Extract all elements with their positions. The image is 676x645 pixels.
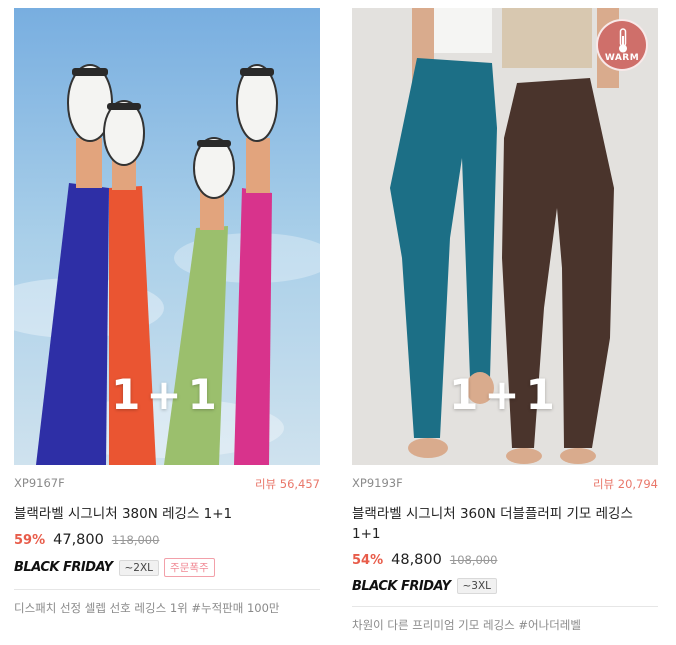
discount-rate: 54%	[352, 553, 384, 568]
product-card[interactable]: 1+1 WARM XP9193F 리뷰 20,794 블랙라벨 시그니처 360…	[352, 8, 658, 633]
product-description: 차원이 다른 프리미엄 기모 레깅스 #어나더레벨	[352, 618, 581, 632]
divider	[14, 589, 320, 590]
size-tag: ~2XL	[118, 559, 160, 576]
sale-price: 48,800	[391, 552, 442, 568]
warm-label: WARM	[604, 53, 640, 63]
black-friday-label: BLACK FRIDAY	[14, 560, 113, 575]
product-title[interactable]: 블랙라벨 시그니처 380N 레깅스 1+1	[14, 504, 320, 524]
product-code: XP9167F	[14, 476, 65, 490]
product-code: XP9193F	[352, 476, 403, 490]
one-plus-one-overlay: 1+1	[111, 370, 223, 419]
product-image[interactable]: 1+1 WARM	[352, 8, 658, 465]
review-count[interactable]: 리뷰 20,794	[593, 476, 658, 492]
product-description: 디스패치 선정 셀렙 선호 레깅스 1위 #누적판매 100만	[14, 601, 280, 615]
product-image[interactable]: 1+1	[14, 8, 320, 465]
review-count[interactable]: 리뷰 56,457	[255, 476, 320, 492]
divider	[352, 606, 658, 607]
discount-rate: 59%	[14, 533, 46, 548]
hot-order-tag: 주문폭주	[164, 558, 215, 577]
black-friday-label: BLACK FRIDAY	[352, 578, 451, 594]
product-card[interactable]: 1+1 XP9167F 리뷰 56,457 블랙라벨 시그니처 380N 레깅스…	[14, 8, 320, 616]
size-tag: ~3XL	[456, 578, 498, 594]
product-title[interactable]: 블랙라벨 시그니처 360N 더블플러피 기모 레깅스 1+1	[352, 504, 658, 544]
original-price: 108,000	[449, 553, 498, 567]
original-price: 118,000	[111, 533, 160, 547]
sale-price: 47,800	[53, 532, 104, 548]
thermometer-icon	[619, 28, 627, 53]
one-plus-one-overlay: 1+1	[449, 370, 561, 419]
warm-badge: WARM	[596, 19, 648, 71]
